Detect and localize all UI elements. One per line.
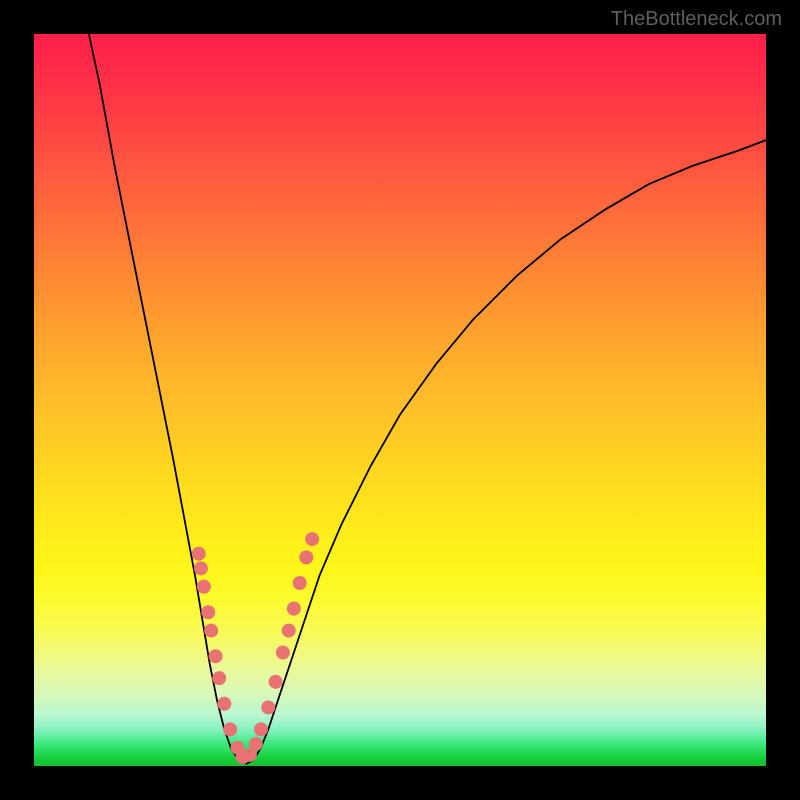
data-marker — [194, 561, 208, 575]
data-marker — [223, 722, 237, 736]
data-marker — [305, 532, 319, 546]
data-markers — [192, 532, 319, 764]
data-marker — [249, 737, 263, 751]
data-marker — [299, 550, 313, 564]
data-marker — [287, 602, 301, 616]
watermark-text: TheBottleneck.com — [611, 8, 782, 31]
chart-area — [34, 34, 766, 766]
data-marker — [197, 580, 211, 594]
data-marker — [261, 700, 275, 714]
data-marker — [192, 547, 206, 561]
data-marker — [282, 624, 296, 638]
data-marker — [293, 576, 307, 590]
data-marker — [209, 649, 223, 663]
data-marker — [269, 675, 283, 689]
data-marker — [217, 697, 231, 711]
data-marker — [201, 605, 215, 619]
data-marker — [276, 646, 290, 660]
data-marker — [212, 671, 226, 685]
chart-svg — [34, 34, 766, 766]
data-marker — [204, 624, 218, 638]
bottleneck-curve — [89, 34, 766, 764]
data-marker — [254, 722, 268, 736]
